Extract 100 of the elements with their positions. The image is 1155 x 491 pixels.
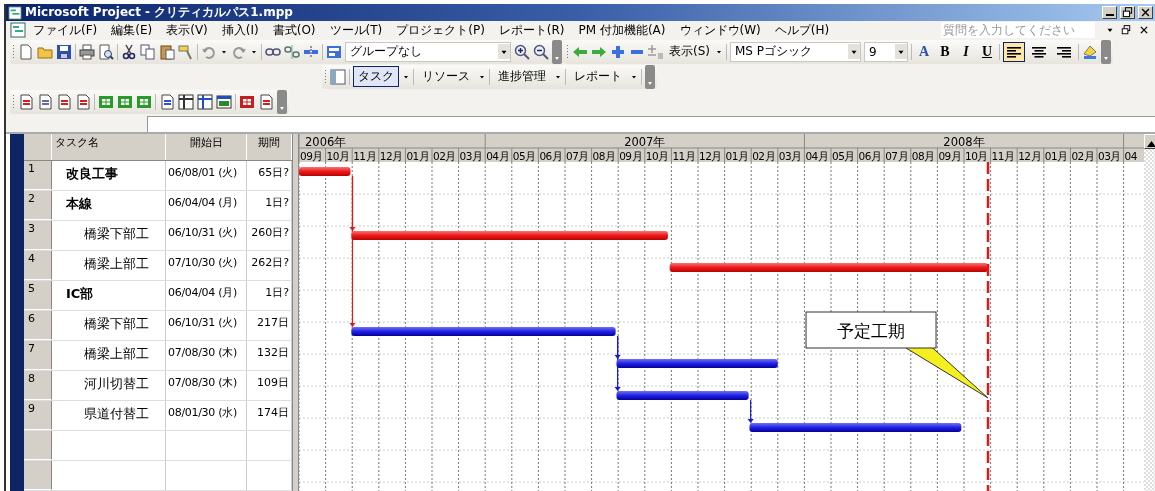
task-name: 改良工事 [52,161,166,191]
gantt-view-icon[interactable] [330,68,346,85]
row-number[interactable]: 4 [24,251,52,281]
close-icon[interactable] [1139,25,1149,35]
font-color-button[interactable]: A [915,43,933,60]
month-label: 09月 [619,150,643,162]
underline-button[interactable]: U [978,43,996,60]
start-date: 07/08/30 (木) [166,371,247,401]
row-number[interactable]: 2 [24,191,52,221]
task-bar[interactable] [299,167,351,176]
row-number[interactable]: 6 [24,311,52,341]
font-dropdown[interactable]: MS Pゴシック [730,41,861,62]
copy-icon[interactable] [140,43,156,60]
close-button[interactable] [1138,6,1153,19]
scroll-up-button[interactable] [1144,134,1155,149]
print-icon[interactable] [79,43,95,60]
task-info-icon[interactable] [326,43,342,60]
month-label: 06月 [858,150,882,162]
month-label: 11月 [672,150,696,162]
document-icon[interactable] [75,93,91,110]
brush-icon[interactable] [178,43,194,60]
column-header[interactable]: 開始日 [166,134,247,161]
toolbar-options-icon[interactable] [277,89,287,114]
row-header[interactable] [24,431,52,460]
menu-item[interactable]: 書式(O) [265,21,323,39]
row-number[interactable]: 1 [24,161,52,191]
row-number[interactable]: 8 [24,371,52,401]
row-number[interactable]: 3 [24,221,52,251]
align-button[interactable] [1003,41,1025,62]
paint-icon[interactable] [1082,43,1098,60]
entry-field[interactable] [147,116,1155,132]
menu-item[interactable]: PM 付加機能(A) [571,21,673,39]
pane-splitter[interactable] [292,134,299,491]
bold-button[interactable]: B [936,43,954,60]
task-bar[interactable] [616,391,749,400]
menu-item[interactable]: レポート(R) [491,21,572,39]
unlink-icon[interactable] [284,43,300,60]
split-icon[interactable] [303,43,319,60]
table-icon[interactable] [178,93,194,110]
document-icon[interactable] [18,93,34,110]
toolbar-options-icon[interactable] [645,64,655,89]
link-arrow [747,399,754,423]
table-icon[interactable] [197,93,213,110]
print-preview-icon[interactable] [98,43,114,60]
toolbar-options-icon[interactable] [552,39,562,64]
zoom-out-icon[interactable] [533,43,549,60]
menu-item[interactable]: プロジェクト(P) [389,21,492,39]
save-icon[interactable] [56,43,72,60]
task-bar[interactable] [669,263,989,272]
window-icon[interactable] [216,93,232,110]
menu-item[interactable]: ウィンドウ(W) [672,21,768,39]
spreadsheet-icon[interactable] [239,93,255,110]
month-label: 10月 [965,150,988,162]
month-label: 09月 [938,150,962,162]
task-bar[interactable] [351,231,668,240]
month-label: 03月 [1098,150,1121,162]
row-number[interactable]: 7 [24,341,52,371]
row-header[interactable] [24,461,52,490]
menu-item[interactable]: ファイル(F) [26,21,105,39]
new-document-icon[interactable] [18,43,34,60]
guide-button[interactable]: タスク [353,66,399,87]
italic-button[interactable]: I [957,43,975,60]
help-search-field[interactable]: 質問を入力してください [941,22,1095,38]
paste-icon[interactable] [159,43,175,60]
menu-item[interactable]: ツール(T) [322,21,390,39]
row-number[interactable]: 9 [24,401,52,431]
row-number[interactable]: 5 [24,281,52,311]
column-header[interactable]: タスク名 [52,134,166,161]
task-bar[interactable] [749,423,962,432]
cut-icon[interactable] [121,43,137,60]
view-menu-button[interactable]: 表示(S) [667,42,712,61]
restore-icon[interactable] [1121,25,1131,35]
start-date: 07/08/30 (木) [166,341,247,371]
menu-item[interactable]: ヘルプ(H) [767,21,837,39]
restore-button[interactable] [1120,6,1135,19]
font-size-dropdown[interactable]: 9 [864,41,908,62]
task-bar[interactable] [616,359,778,368]
menu-item[interactable]: 挿入(I) [214,21,266,39]
month-label: 10月 [326,150,350,162]
month-label: 05月 [512,150,536,162]
spreadsheet-icon[interactable] [117,93,133,110]
menu-item[interactable]: 表示(V) [159,21,215,39]
document-icon[interactable] [258,93,274,110]
month-label: 08月 [911,150,935,162]
minimize-button[interactable] [1102,6,1117,19]
plus-icon[interactable] [610,43,626,60]
zoom-in-icon[interactable] [514,43,530,60]
task-bar[interactable] [351,327,616,336]
month-label: 12月 [699,150,722,162]
guide-button[interactable]: 進捗管理 [493,66,551,87]
group-dropdown[interactable]: グループなし [345,41,511,62]
menu-item[interactable]: 編集(E) [104,21,160,39]
spreadsheet-icon[interactable] [136,93,152,110]
month-label: 08月 [592,150,616,162]
guide-button[interactable]: リソース [417,66,475,87]
guide-button[interactable]: レポート [569,66,627,87]
document-icon[interactable] [56,93,72,110]
document-icon[interactable] [10,22,26,38]
align-icon [1006,44,1022,59]
spreadsheet-icon[interactable] [98,93,114,110]
